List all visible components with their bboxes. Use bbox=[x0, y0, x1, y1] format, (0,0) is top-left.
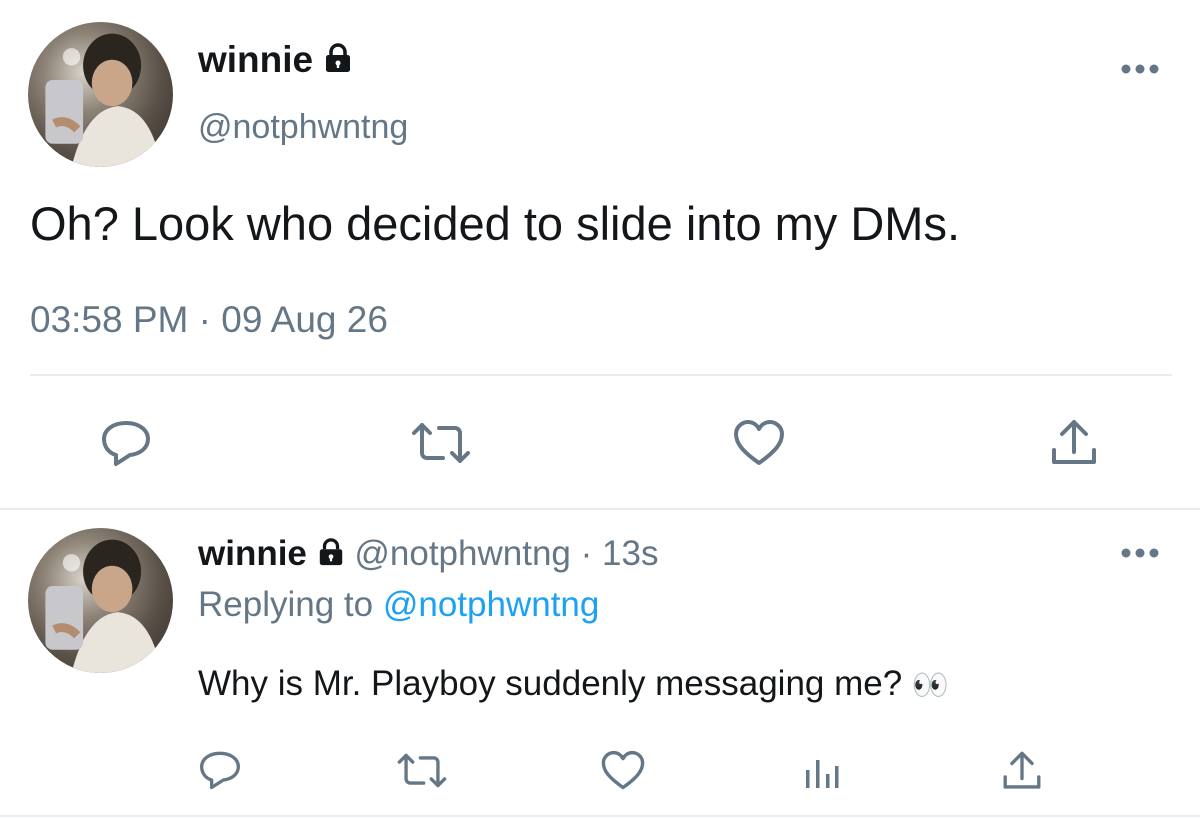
reply-display-name[interactable]: winnie bbox=[198, 534, 307, 573]
share-icon[interactable] bbox=[1048, 418, 1100, 468]
reply-text: Why is Mr. Playboy suddenly messaging me… bbox=[198, 664, 903, 703]
avatar-photo bbox=[45, 539, 162, 673]
divider bbox=[30, 374, 1172, 376]
replying-to-label: Replying to bbox=[198, 585, 374, 624]
divider bbox=[0, 815, 1200, 817]
lock-icon bbox=[317, 534, 345, 578]
reply-age[interactable]: 13s bbox=[602, 534, 658, 573]
retweet-icon[interactable] bbox=[410, 421, 472, 465]
avatar-photo bbox=[45, 33, 162, 167]
more-icon[interactable] bbox=[1120, 546, 1160, 560]
replying-to-line: Replying to @notphwntng bbox=[198, 584, 599, 626]
reply-text-line: Why is Mr. Playboy suddenly messaging me… bbox=[198, 662, 949, 708]
handle[interactable]: @notphwntng bbox=[198, 106, 408, 148]
analytics-icon[interactable] bbox=[802, 752, 842, 790]
share-icon[interactable] bbox=[1000, 750, 1044, 792]
like-icon[interactable] bbox=[732, 419, 786, 467]
like-icon[interactable] bbox=[600, 750, 646, 791]
divider bbox=[0, 508, 1200, 510]
retweet-icon[interactable] bbox=[396, 752, 448, 789]
display-name-row[interactable]: winnie bbox=[198, 38, 353, 84]
reply-handle[interactable]: @notphwntng bbox=[354, 534, 571, 573]
reply-avatar[interactable] bbox=[28, 528, 173, 673]
reply-icon[interactable] bbox=[198, 750, 242, 790]
replying-to-link[interactable]: @notphwntng bbox=[383, 585, 600, 624]
tweet-text: Oh? Look who decided to slide into my DM… bbox=[30, 197, 961, 250]
eyes-emoji: 👀 bbox=[911, 669, 950, 702]
lock-icon bbox=[323, 40, 353, 84]
separator: · bbox=[580, 534, 593, 573]
display-name: winnie bbox=[198, 39, 314, 80]
timestamp[interactable]: 03:58 PM · 09 Aug 26 bbox=[30, 298, 388, 342]
avatar[interactable] bbox=[28, 22, 173, 167]
reply-header: winnie @notphwntng · 13s bbox=[198, 532, 658, 578]
more-icon[interactable] bbox=[1120, 62, 1160, 76]
reply-icon[interactable] bbox=[100, 419, 152, 467]
